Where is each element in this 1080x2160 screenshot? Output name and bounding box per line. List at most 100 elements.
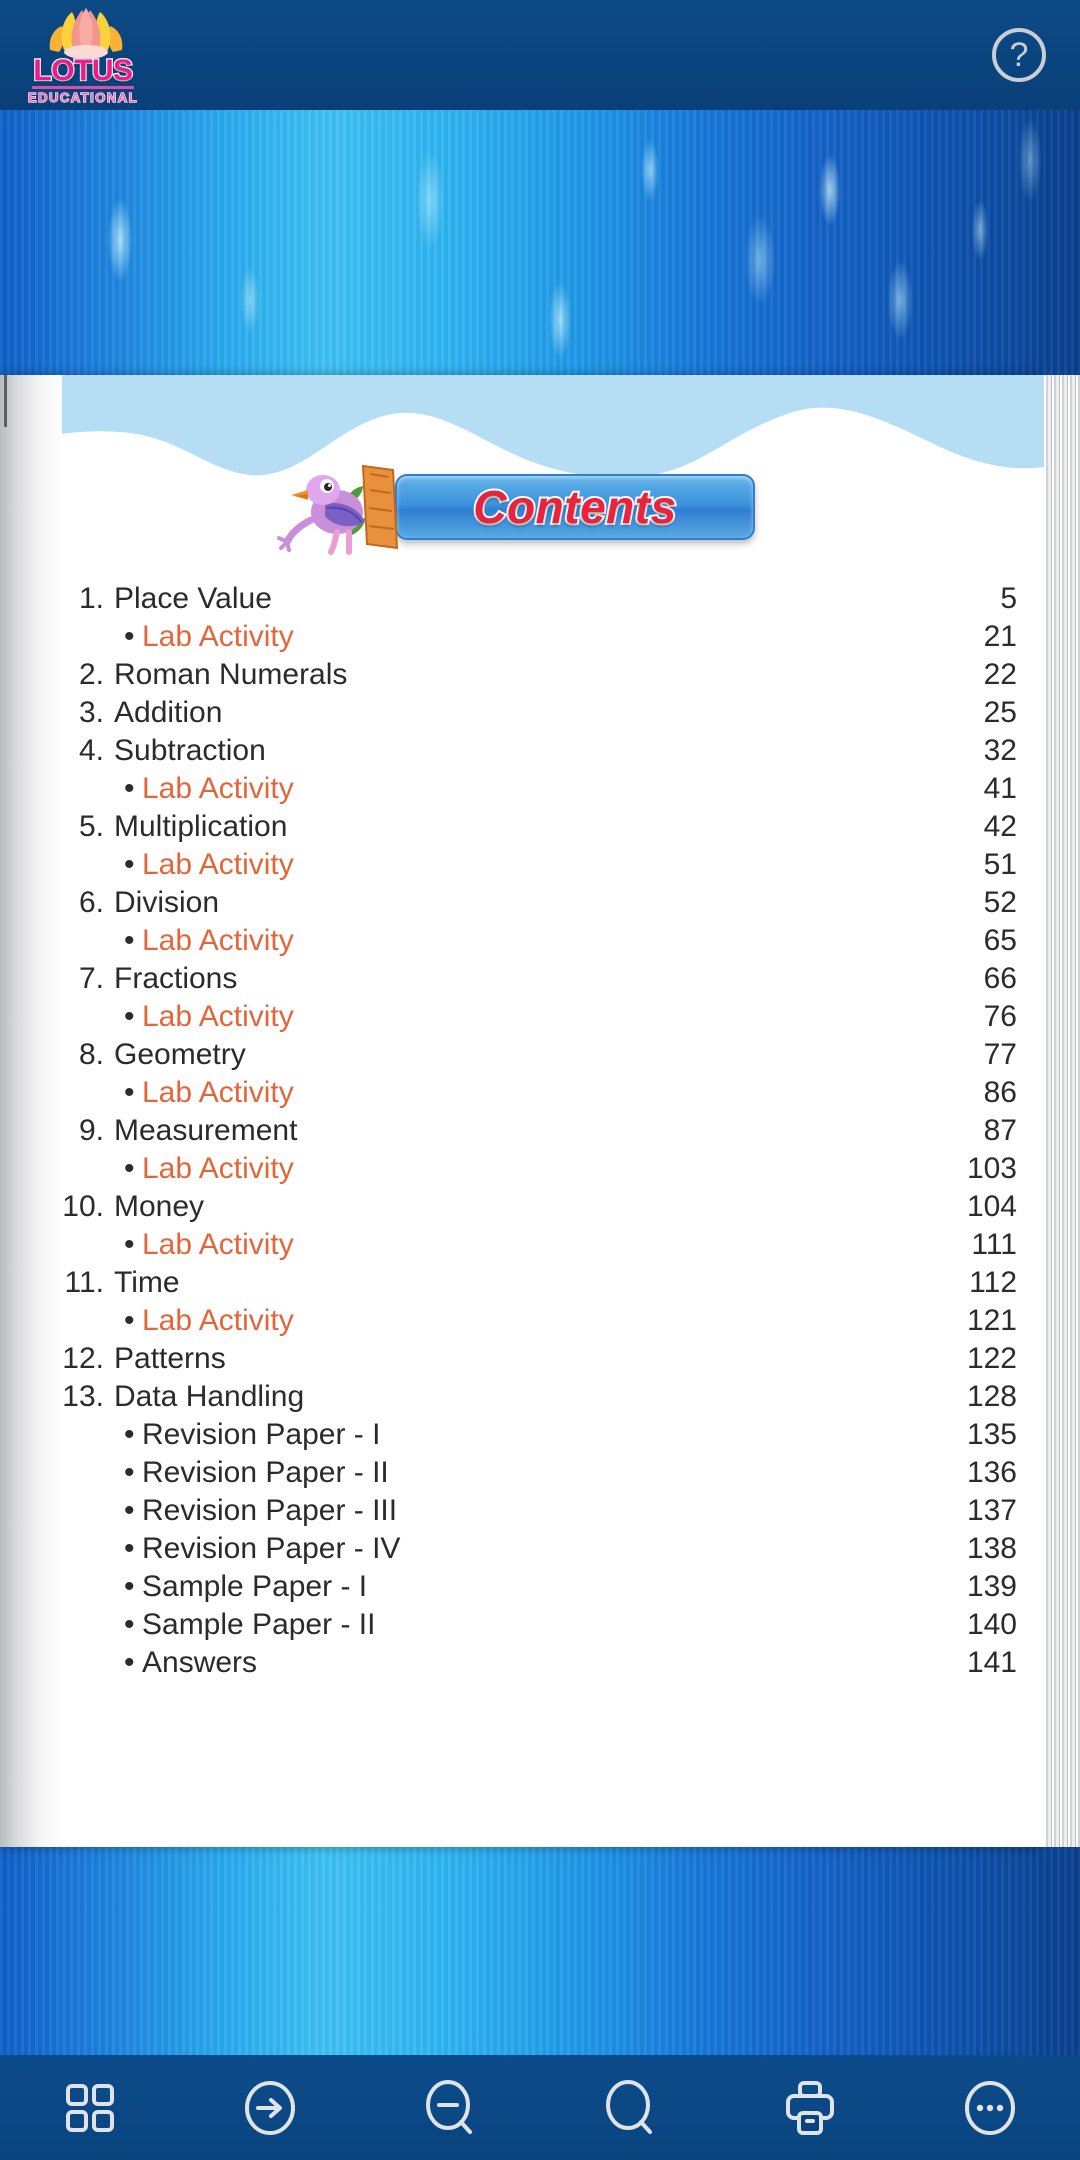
toc-row-page-number: 122 bbox=[966, 1342, 1017, 1375]
toc-row[interactable]: • Lab Activity 41 bbox=[62, 770, 1017, 808]
toc-row-page-number: 41 bbox=[983, 772, 1017, 805]
toc-row-page-number: 21 bbox=[983, 620, 1017, 653]
arrow-right-circle-icon bbox=[245, 2080, 295, 2135]
bird-mascot-icon bbox=[277, 464, 399, 555]
more-options-button[interactable] bbox=[944, 2071, 1036, 2145]
toc-row-label: • Answers bbox=[114, 1644, 897, 1682]
toc-row-number: 13. bbox=[62, 1380, 104, 1413]
toc-row-number: 4. bbox=[78, 734, 104, 767]
toc-row-page-number: 42 bbox=[983, 810, 1017, 843]
bullet-icon: • bbox=[124, 772, 135, 805]
toc-row-label-text: Lab Activity bbox=[142, 924, 294, 957]
toc-row[interactable]: • Lab Activity 86 bbox=[62, 1074, 1017, 1112]
toc-row-label-text: Answers bbox=[142, 1646, 258, 1679]
toc-row[interactable]: 6. Division 52 bbox=[62, 884, 1017, 922]
toc-row-number: 6. bbox=[78, 886, 104, 919]
toc-row-label: • Lab Activity bbox=[114, 770, 897, 808]
toc-row[interactable]: • Sample Paper - I 139 bbox=[62, 1568, 1017, 1606]
toc-row-label-text: Lab Activity bbox=[142, 1304, 294, 1337]
toc-row-label: • Lab Activity bbox=[114, 922, 897, 960]
toc-row[interactable]: • Lab Activity 76 bbox=[62, 998, 1017, 1036]
toc-row[interactable]: 5. Multiplication 42 bbox=[62, 808, 1017, 846]
toc-row[interactable]: • Lab Activity 121 bbox=[62, 1302, 1017, 1340]
page-title: Contents bbox=[471, 479, 678, 535]
toc-row-number: 7. bbox=[78, 962, 104, 995]
toc-row-page-number: 104 bbox=[966, 1190, 1017, 1223]
toc-row-label: Subtraction bbox=[114, 734, 266, 767]
magnifier-icon bbox=[606, 2079, 652, 2134]
toc-row-label: • Sample Paper - I bbox=[114, 1568, 897, 1606]
help-icon[interactable]: ? bbox=[992, 28, 1046, 82]
ellipsis-circle-icon bbox=[965, 2080, 1015, 2135]
bullet-icon: • bbox=[124, 1228, 135, 1261]
toc-row-number: 10. bbox=[62, 1190, 104, 1223]
toc-row[interactable]: 4. Subtraction 32 bbox=[62, 732, 1017, 770]
toc-row-label: • Lab Activity bbox=[114, 998, 897, 1036]
toc-row[interactable]: 10. Money 104 bbox=[62, 1188, 1017, 1226]
toc-row-label: Money bbox=[114, 1190, 205, 1223]
toc-row-label: Data Handling bbox=[114, 1380, 305, 1413]
toc-row[interactable]: • Sample Paper - II 140 bbox=[62, 1606, 1017, 1644]
bullet-icon: • bbox=[124, 1646, 135, 1679]
toc-row[interactable]: 3. Addition 25 bbox=[62, 694, 1017, 732]
toc-row-label: • Revision Paper - IV bbox=[114, 1530, 897, 1568]
toc-row[interactable]: • Revision Paper - I 135 bbox=[62, 1416, 1017, 1454]
toc-row-label: Time bbox=[114, 1266, 180, 1299]
toc-row-page-number: 76 bbox=[983, 1000, 1017, 1033]
toc-row[interactable]: 8. Geometry 77 bbox=[62, 1036, 1017, 1074]
toc-row[interactable]: 7. Fractions 66 bbox=[62, 960, 1017, 998]
toc-row-page-number: 52 bbox=[983, 886, 1017, 919]
toc-row-label: • Revision Paper - I bbox=[114, 1416, 897, 1454]
toc-row-label-text: Sample Paper - II bbox=[142, 1608, 376, 1641]
toc-row-number: 5. bbox=[78, 810, 104, 843]
toc-row-label-text: Lab Activity bbox=[142, 1228, 294, 1261]
toc-row[interactable]: • Lab Activity 103 bbox=[62, 1150, 1017, 1188]
toc-row[interactable]: • Answers 141 bbox=[62, 1644, 1017, 1682]
toc-row-label-text: Revision Paper - II bbox=[142, 1456, 389, 1489]
toc-row-page-number: 112 bbox=[969, 1266, 1017, 1299]
toc-row-page-number: 136 bbox=[966, 1456, 1017, 1489]
bullet-icon: • bbox=[124, 848, 135, 881]
toc-row-label-text: Revision Paper - IV bbox=[142, 1532, 401, 1565]
brand-logo: LOTUS EDUCATIONAL bbox=[18, 2, 148, 110]
brand-subtitle: EDUCATIONAL bbox=[27, 89, 139, 105]
toc-row-page-number: 139 bbox=[966, 1570, 1017, 1603]
toc-row-page-number: 22 bbox=[983, 658, 1017, 691]
toc-row[interactable]: • Revision Paper - II 136 bbox=[62, 1454, 1017, 1492]
toc-row[interactable]: • Lab Activity 51 bbox=[62, 846, 1017, 884]
search-button[interactable] bbox=[584, 2071, 676, 2145]
toc-row[interactable]: • Revision Paper - III 137 bbox=[62, 1492, 1017, 1530]
bottom-toolbar bbox=[0, 2055, 1080, 2160]
bullet-icon: • bbox=[124, 1076, 135, 1109]
thumbnails-grid-button[interactable] bbox=[44, 2071, 136, 2145]
toc-row[interactable]: • Lab Activity 21 bbox=[62, 618, 1017, 656]
zoom-out-button[interactable] bbox=[404, 2071, 496, 2145]
toc-row[interactable]: • Lab Activity 111 bbox=[62, 1226, 1017, 1264]
toc-row-number: 3. bbox=[78, 696, 104, 729]
toc-row-page-number: 65 bbox=[983, 924, 1017, 957]
contents-banner: Contents bbox=[275, 460, 755, 555]
toc-row-label: Place Value bbox=[114, 582, 272, 615]
bullet-icon: • bbox=[124, 1152, 135, 1185]
print-button[interactable] bbox=[764, 2071, 856, 2145]
toc-row-label: Geometry bbox=[114, 1038, 246, 1071]
bullet-icon: • bbox=[124, 1570, 135, 1603]
toc-row-page-number: 128 bbox=[966, 1380, 1017, 1413]
bullet-icon: • bbox=[124, 1494, 135, 1527]
toc-row-page-number: 138 bbox=[966, 1532, 1017, 1565]
toc-row-page-number: 51 bbox=[983, 848, 1017, 881]
toc-row[interactable]: 13. Data Handling 128 bbox=[62, 1378, 1017, 1416]
toc-row[interactable]: 1. Place Value 5 bbox=[62, 580, 1017, 618]
goto-page-button[interactable] bbox=[224, 2071, 316, 2145]
toc-row-label: • Lab Activity bbox=[114, 1302, 897, 1340]
toc-row[interactable]: 12. Patterns 122 bbox=[62, 1340, 1017, 1378]
toc-row[interactable]: 9. Measurement 87 bbox=[62, 1112, 1017, 1150]
brand-rule bbox=[32, 86, 134, 89]
toc-row[interactable]: 2. Roman Numerals 22 bbox=[62, 656, 1017, 694]
toc-row-label: Fractions bbox=[114, 962, 238, 995]
toc-row-label-text: Lab Activity bbox=[142, 1076, 294, 1109]
toc-row[interactable]: • Lab Activity 65 bbox=[62, 922, 1017, 960]
toc-row[interactable]: 11. Time 112 bbox=[62, 1264, 1017, 1302]
bullet-icon: • bbox=[124, 620, 135, 653]
toc-row[interactable]: • Revision Paper - IV 138 bbox=[62, 1530, 1017, 1568]
